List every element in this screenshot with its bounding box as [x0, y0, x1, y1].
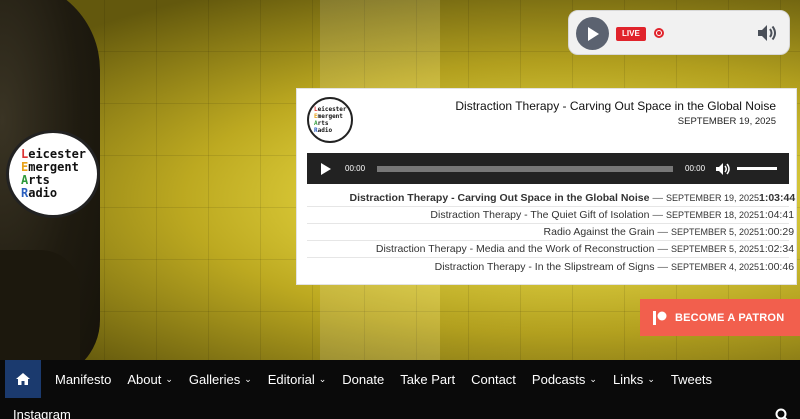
podcast-player-widget: Leicester Emergent Arts Radio Distractio…	[296, 88, 797, 285]
episode-duration: 1:02:34	[759, 243, 795, 255]
nav-item-tweets[interactable]: Tweets	[663, 360, 720, 398]
episode-duration: 1:03:44	[759, 192, 796, 204]
episode-item[interactable]: Distraction Therapy - In the Slipstream …	[307, 258, 795, 275]
chevron-down-icon: ⌄	[647, 373, 655, 384]
episode-list: Distraction Therapy - Carving Out Space …	[307, 190, 796, 275]
episode-item[interactable]: Radio Against the Grain — SEPTEMBER 5, 2…	[307, 224, 795, 241]
duration-time: 00:00	[685, 164, 706, 173]
audio-player: 00:00 00:00	[307, 153, 789, 184]
record-icon	[654, 28, 664, 38]
nav-item-donate[interactable]: Donate	[334, 360, 392, 398]
audio-play-button[interactable]	[321, 162, 331, 175]
current-episode-date: SEPTEMBER 19, 2025	[677, 116, 776, 127]
episode-item[interactable]: Distraction Therapy - The Quiet Gift of …	[307, 207, 795, 224]
volume-icon[interactable]	[756, 23, 778, 43]
main-navigation: Manifesto About ⌄ Galleries ⌄ Editorial ⌄ D…	[0, 360, 800, 419]
podcast-logo: Leicester Emergent Arts Radio	[307, 97, 353, 143]
search-icon[interactable]	[775, 408, 789, 419]
progress-bar[interactable]	[377, 165, 674, 172]
nav-item-editorial[interactable]: Editorial ⌄	[260, 360, 335, 398]
mute-icon[interactable]	[715, 162, 731, 176]
nav-item-about[interactable]: About ⌄	[119, 360, 181, 398]
current-episode-title: Distraction Therapy - Carving Out Space …	[455, 99, 776, 113]
chevron-down-icon: ⌄	[589, 373, 597, 384]
home-icon	[16, 373, 30, 385]
patreon-icon	[653, 310, 667, 325]
play-icon	[587, 26, 599, 41]
site-logo[interactable]: Leicester Emergent Arts Radio	[6, 130, 100, 218]
chevron-down-icon: ⌄	[244, 373, 252, 384]
volume-slider[interactable]	[737, 167, 778, 170]
nav-item-podcasts[interactable]: Podcasts ⌄	[524, 360, 605, 398]
home-button[interactable]	[5, 360, 41, 398]
live-badge: LIVE	[616, 27, 646, 41]
live-play-button[interactable]	[576, 17, 609, 50]
become-patron-button[interactable]: BECOME A PATRON	[640, 299, 800, 336]
nav-item-links[interactable]: Links ⌄	[605, 360, 663, 398]
episode-duration: 1:00:46	[759, 260, 795, 273]
current-time: 00:00	[345, 164, 366, 173]
episode-duration: 1:00:29	[759, 226, 795, 238]
nav-item-manifesto[interactable]: Manifesto	[47, 360, 119, 398]
chevron-down-icon: ⌄	[318, 373, 327, 384]
live-stream-player: LIVE	[568, 10, 790, 55]
nav-item-instagram[interactable]: Instagram	[13, 407, 71, 419]
nav-item-take-part[interactable]: Take Part	[392, 360, 463, 398]
episode-item[interactable]: Distraction Therapy - Media and the Work…	[307, 241, 795, 258]
chevron-down-icon: ⌄	[165, 373, 173, 384]
nav-item-galleries[interactable]: Galleries ⌄	[181, 360, 260, 398]
nav-item-contact[interactable]: Contact	[463, 360, 524, 398]
episode-item[interactable]: Distraction Therapy - Carving Out Space …	[307, 190, 796, 207]
episode-duration: 1:04:41	[759, 209, 795, 221]
